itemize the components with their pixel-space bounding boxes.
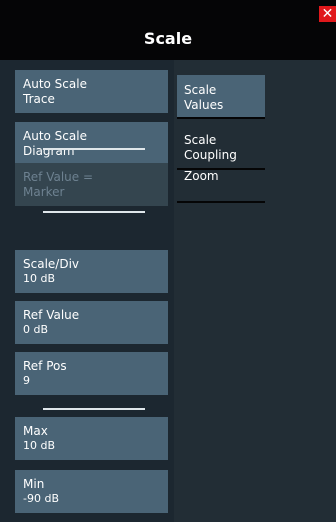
auto-scale-diagram-label-line1: Auto Scale — [23, 129, 87, 143]
ref-value-button[interactable]: Ref Value 0 dB — [15, 301, 168, 344]
ref-value-marker-label-line2: Marker — [23, 185, 65, 199]
max-label: Max — [23, 424, 48, 438]
close-icon: ✕ — [321, 6, 334, 22]
separator — [43, 211, 145, 213]
max-value: 10 dB — [23, 439, 56, 452]
tab-scale-values-line2: Values — [184, 98, 224, 112]
tab-column: Scale Values Scale Coupling Zoom — [174, 60, 336, 522]
scale-div-label: Scale/Div — [23, 257, 80, 271]
tab-zoom-label: Zoom — [184, 169, 219, 183]
softkey-column: Auto Scale Trace Auto Scale Diagram Ref … — [0, 60, 174, 522]
ref-value-value: 0 dB — [23, 323, 49, 336]
ref-pos-button[interactable]: Ref Pos 9 — [15, 352, 168, 395]
auto-scale-trace-label-line1: Auto Scale — [23, 77, 87, 91]
close-button[interactable]: ✕ — [319, 6, 336, 22]
ref-value-marker-label-line1: Ref Value = — [23, 170, 94, 184]
auto-scale-diagram-label-line2: Diagram — [23, 144, 75, 158]
min-button[interactable]: Min -90 dB — [15, 470, 168, 513]
tab-scale-values-line1: Scale — [184, 83, 217, 97]
auto-scale-trace-label-line2: Trace — [23, 92, 55, 106]
scale-dialog: Scale ✕ Auto Scale Trace Auto Scale Diag… — [0, 0, 336, 522]
scale-div-button-face[interactable]: Scale/Div 10 dB — [15, 250, 168, 293]
max-button[interactable]: Max 10 dB — [15, 417, 168, 460]
auto-scale-trace-button[interactable]: Auto Scale Trace — [15, 70, 168, 113]
min-label: Min — [23, 477, 45, 491]
min-value: -90 dB — [23, 492, 59, 505]
tab-divider — [177, 117, 265, 119]
ref-pos-value: 9 — [23, 374, 30, 387]
auto-scale-diagram-button[interactable]: Auto Scale Diagram — [15, 122, 168, 165]
tab-zoom[interactable]: Zoom — [177, 161, 265, 203]
ref-pos-label: Ref Pos — [23, 359, 67, 373]
tab-divider — [177, 201, 265, 203]
tab-scale-coupling-line1: Scale — [184, 133, 217, 147]
ref-value-marker-button: Ref Value = Marker — [15, 163, 168, 206]
scale-div-value: 10 dB — [23, 272, 56, 285]
title-bar: Scale ✕ — [0, 0, 336, 60]
ref-value-label: Ref Value — [23, 308, 80, 322]
separator — [43, 408, 145, 410]
dialog-title: Scale — [143, 29, 193, 48]
tab-scale-values[interactable]: Scale Values — [177, 75, 265, 117]
separator — [43, 148, 145, 150]
